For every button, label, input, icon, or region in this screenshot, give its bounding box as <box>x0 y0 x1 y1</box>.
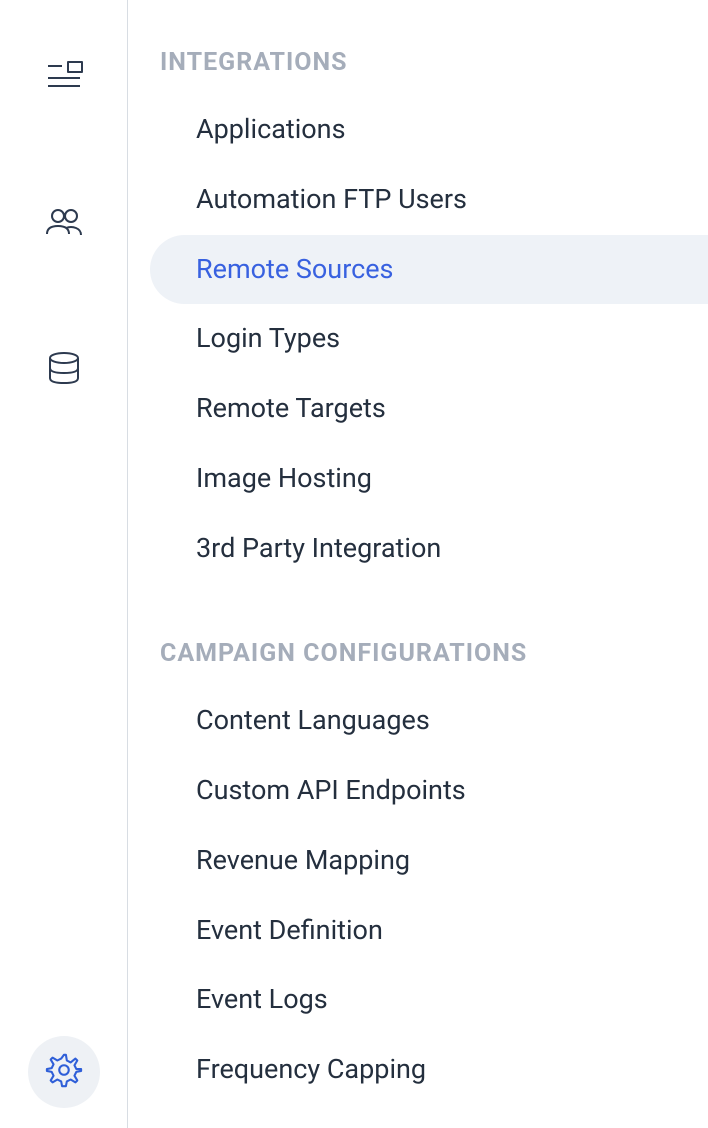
gear-icon <box>45 1051 83 1093</box>
rail-people-button[interactable] <box>41 201 87 247</box>
rail-database-button[interactable] <box>41 347 87 393</box>
nav-item-login-types[interactable]: Login Types <box>150 304 708 374</box>
section-header-campaign-configurations: CAMPAIGN CONFIGURATIONS <box>128 639 708 668</box>
nav-item-3rd-party-integration[interactable]: 3rd Party Integration <box>150 514 708 584</box>
nav-item-custom-api-endpoints[interactable]: Custom API Endpoints <box>150 756 708 826</box>
database-icon <box>44 348 84 392</box>
nav-item-applications[interactable]: Applications <box>150 95 708 165</box>
people-icon <box>44 202 84 246</box>
nav-item-remote-targets[interactable]: Remote Targets <box>150 374 708 444</box>
rail-settings-button[interactable] <box>28 1036 100 1108</box>
nav-item-event-logs[interactable]: Event Logs <box>150 965 708 1035</box>
rail-list-button[interactable] <box>41 55 87 101</box>
nav-item-frequency-capping[interactable]: Frequency Capping <box>150 1035 708 1105</box>
list-icon <box>44 56 84 100</box>
nav-item-image-hosting[interactable]: Image Hosting <box>150 444 708 514</box>
nav-item-remote-sources[interactable]: Remote Sources <box>150 235 708 305</box>
navigation-panel: INTEGRATIONS Applications Automation FTP… <box>128 0 708 1128</box>
nav-item-content-languages[interactable]: Content Languages <box>150 686 708 756</box>
section-header-integrations: INTEGRATIONS <box>128 48 708 77</box>
nav-item-revenue-mapping[interactable]: Revenue Mapping <box>150 826 708 896</box>
nav-item-automation-ftp-users[interactable]: Automation FTP Users <box>150 165 708 235</box>
icon-rail <box>0 0 128 1128</box>
nav-item-event-definition[interactable]: Event Definition <box>150 896 708 966</box>
